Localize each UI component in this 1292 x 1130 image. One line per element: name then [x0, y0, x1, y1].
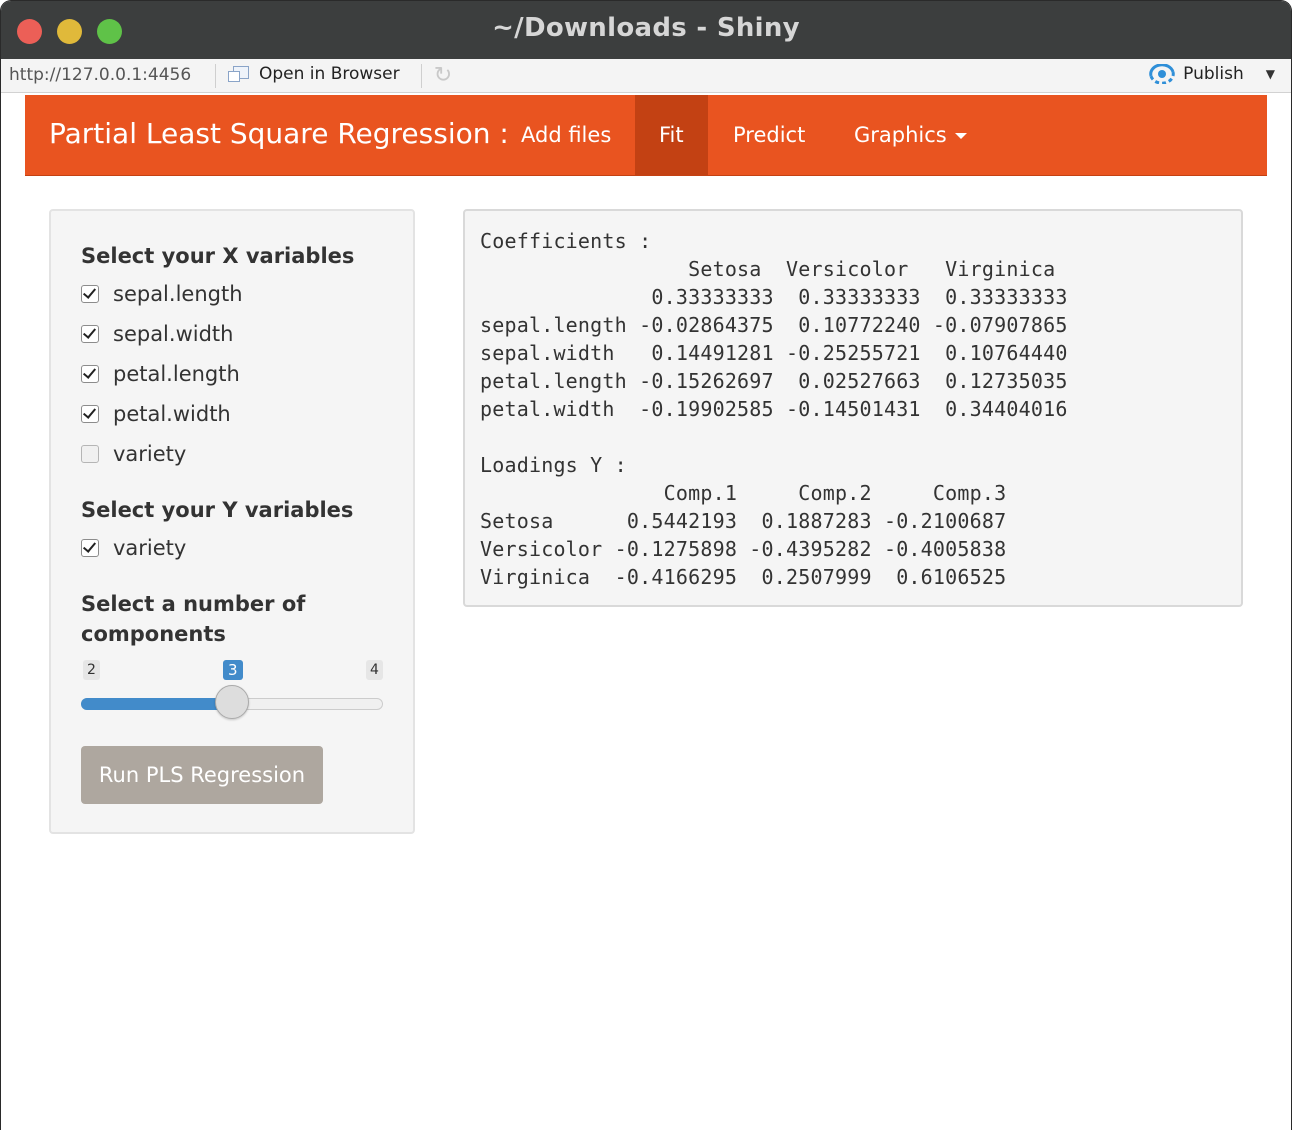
viewer-toolbar: http://127.0.0.1:4456 Open in Browser ↻ …: [1, 59, 1291, 93]
output-line: Loadings Y :: [480, 453, 627, 477]
x-option-petal-width[interactable]: petal.width: [81, 402, 231, 426]
checkbox[interactable]: [81, 539, 99, 557]
slider-handle[interactable]: [215, 685, 249, 719]
output-line: Setosa Versicolor Virginica: [480, 257, 1056, 281]
sidebar-panel: Select your X variables sepal.length sep…: [49, 209, 415, 834]
output-line: Versicolor -0.1275898 -0.4395282 -0.4005…: [480, 537, 1007, 561]
y-option-variety[interactable]: variety: [81, 536, 186, 560]
output-text: Coefficients : Setosa Versicolor Virgini…: [480, 227, 1068, 591]
option-label: sepal.length: [113, 282, 243, 306]
open-in-browser-button[interactable]: Open in Browser: [227, 64, 400, 84]
y-variables-label: Select your Y variables: [81, 498, 354, 522]
tab-fit[interactable]: Fit: [635, 95, 708, 175]
title-bar: ~/Downloads - Shiny: [1, 1, 1291, 59]
caret-down-icon: [954, 133, 967, 139]
refresh-icon[interactable]: ↻: [431, 65, 455, 89]
checkbox[interactable]: [81, 445, 99, 463]
output-line: Coefficients :: [480, 229, 652, 253]
output-line: sepal.length -0.02864375 0.10772240 -0.0…: [480, 313, 1068, 337]
x-option-sepal-width[interactable]: sepal.width: [81, 322, 233, 346]
tab-graphics-label: Graphics: [854, 123, 947, 147]
slider-max-label: 4: [366, 660, 383, 680]
output-line: Comp.1 Comp.2 Comp.3: [480, 481, 1007, 505]
toolbar-divider: [215, 64, 216, 88]
output-line: 0.33333333 0.33333333 0.33333333: [480, 285, 1068, 309]
tab-predict[interactable]: Predict: [709, 95, 829, 175]
slider-value-label: 3: [223, 660, 243, 680]
x-option-sepal-length[interactable]: sepal.length: [81, 282, 243, 306]
checkbox[interactable]: [81, 325, 99, 343]
slider-min-label: 2: [83, 660, 100, 680]
slider-fill: [81, 698, 232, 710]
option-label: sepal.width: [113, 322, 234, 346]
regression-output: Coefficients : Setosa Versicolor Virgini…: [463, 209, 1243, 607]
option-label: variety: [113, 442, 187, 466]
checkbox[interactable]: [81, 285, 99, 303]
url-text: http://127.0.0.1:4456: [9, 65, 192, 85]
x-variables-label: Select your X variables: [81, 244, 355, 268]
output-line: Setosa 0.5442193 0.1887283 -0.2100687: [480, 509, 1007, 533]
chevron-down-icon[interactable]: ▼: [1266, 67, 1275, 81]
publish-icon: [1149, 63, 1175, 85]
components-label: Select a number of: [81, 592, 306, 616]
x-option-petal-length[interactable]: petal.length: [81, 362, 240, 386]
checkbox[interactable]: [81, 365, 99, 383]
tab-add-files[interactable]: Add files: [497, 95, 635, 175]
navbar: Partial Least Square Regression : Add fi…: [25, 95, 1267, 176]
components-label-line2: components: [81, 622, 226, 646]
tab-graphics[interactable]: Graphics: [830, 95, 991, 175]
toolbar-divider: [421, 64, 422, 88]
publish-label: Publish: [1183, 64, 1244, 84]
x-option-variety[interactable]: variety: [81, 442, 186, 466]
run-pls-regression-button[interactable]: Run PLS Regression: [81, 746, 323, 804]
app-brand: Partial Least Square Regression :: [49, 117, 509, 150]
app-window: ~/Downloads - Shiny http://127.0.0.1:445…: [0, 0, 1292, 1130]
output-line: Virginica -0.4166295 0.2507999 0.6106525: [480, 565, 1007, 589]
publish-button[interactable]: Publish ▼: [1149, 63, 1275, 85]
option-label: petal.width: [113, 402, 231, 426]
option-label: petal.length: [113, 362, 240, 386]
output-line: petal.width -0.19902585 -0.14501431 0.34…: [480, 397, 1068, 421]
window-title: ~/Downloads - Shiny: [492, 13, 800, 43]
open-in-browser-label: Open in Browser: [259, 64, 400, 84]
output-line: petal.length -0.15262697 0.02527663 0.12…: [480, 369, 1068, 393]
checkbox[interactable]: [81, 405, 99, 423]
option-label: variety: [113, 536, 187, 560]
output-line: sepal.width 0.14491281 -0.25255721 0.107…: [480, 341, 1068, 365]
open-browser-icon: [227, 64, 251, 84]
